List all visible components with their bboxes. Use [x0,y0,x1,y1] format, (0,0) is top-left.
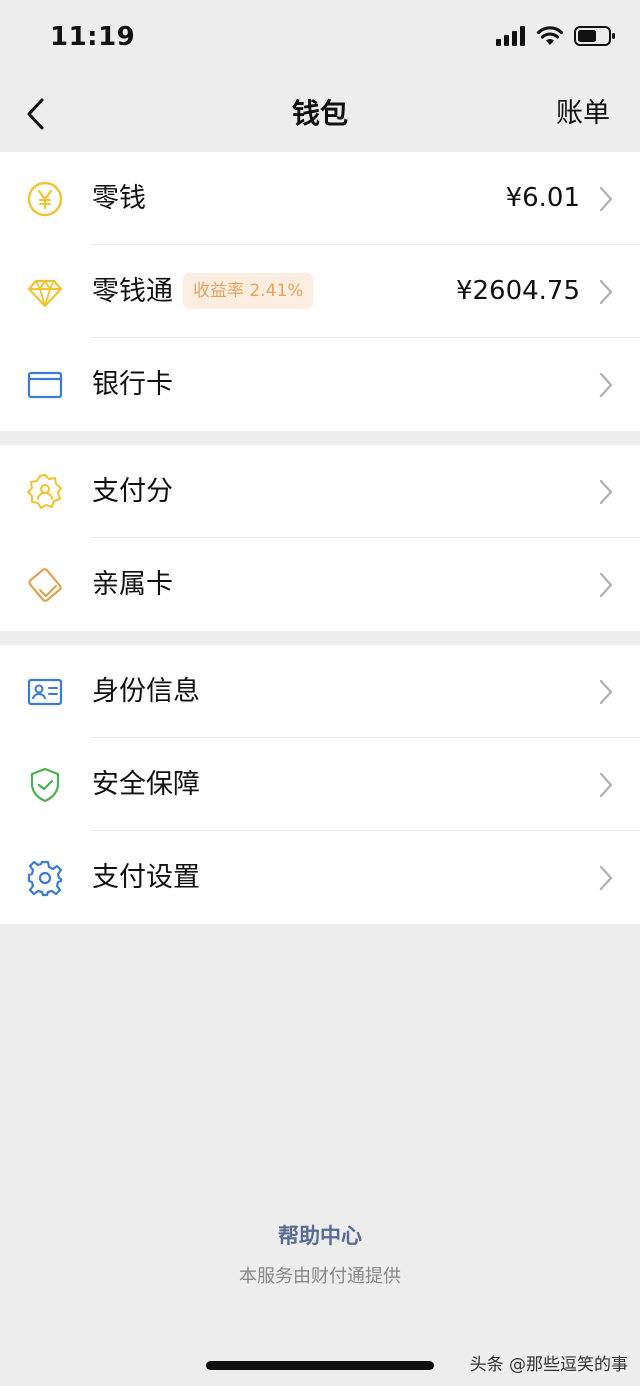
battery-icon [564,26,616,46]
row-label: 零钱 [92,183,146,214]
yield-rate-badge: 收益率 2.41% [183,273,314,309]
bill-button[interactable]: 账单 [556,94,610,134]
row-security[interactable]: 安全保障 [0,738,640,831]
wallet-group-credit: 支付分 亲属卡 [0,445,640,631]
row-identity-info[interactable]: 身份信息 [0,645,640,738]
id-card-icon [26,673,64,711]
wifi-icon [526,26,564,46]
watermark: 头条 @那些逗笑的事 [469,1355,628,1375]
row-label: 支付设置 [92,862,200,893]
row-change[interactable]: 零钱 ¥6.01 [0,152,640,245]
chevron-right-icon [598,678,614,706]
chevron-right-icon [598,771,614,799]
row-label: 支付分 [92,476,173,507]
nav-bar: 钱包 账单 [0,78,640,152]
row-label: 银行卡 [92,369,173,400]
row-payment-settings[interactable]: 支付设置 [0,831,640,924]
status-bar: 11:19 [0,0,640,78]
wallet-group-balance: 零钱 ¥6.01 零钱通 收益率 2.41% ¥2604.75 银行卡 [0,152,640,431]
row-label: 零钱通 [92,276,173,307]
row-bank-card[interactable]: 银行卡 [0,338,640,431]
row-label: 身份信息 [92,676,200,707]
chevron-right-icon [598,864,614,892]
page-title: 钱包 [291,97,348,130]
chevron-right-icon [598,478,614,506]
row-label: 安全保障 [92,769,200,800]
wallet-group-settings: 身份信息 安全保障 支付设置 [0,645,640,924]
row-change-plus[interactable]: 零钱通 收益率 2.41% ¥2604.75 [0,245,640,338]
status-time: 11:19 [50,22,136,52]
row-pay-score[interactable]: 支付分 [0,445,640,538]
coin-yen-icon [26,180,64,218]
home-indicator[interactable] [206,1361,434,1370]
cellular-signal-icon [486,26,526,46]
row-label: 亲属卡 [92,569,173,600]
chevron-right-icon [598,278,614,306]
shield-check-icon [26,766,64,804]
row-family-card[interactable]: 亲属卡 [0,538,640,631]
gear-icon [26,859,64,897]
provider-note: 本服务由财付通提供 [239,1266,401,1287]
badge-person-icon [26,473,64,511]
chevron-right-icon [598,371,614,399]
help-center-link[interactable]: 帮助中心 [0,1220,640,1250]
row-value: ¥2604.75 [455,276,580,306]
chevron-right-icon [598,185,614,213]
chevron-right-icon [598,571,614,599]
family-card-icon [26,566,64,604]
bank-card-icon [26,366,64,404]
status-icons [486,26,616,46]
row-value: ¥6.01 [505,183,580,213]
diamond-icon [26,273,64,311]
